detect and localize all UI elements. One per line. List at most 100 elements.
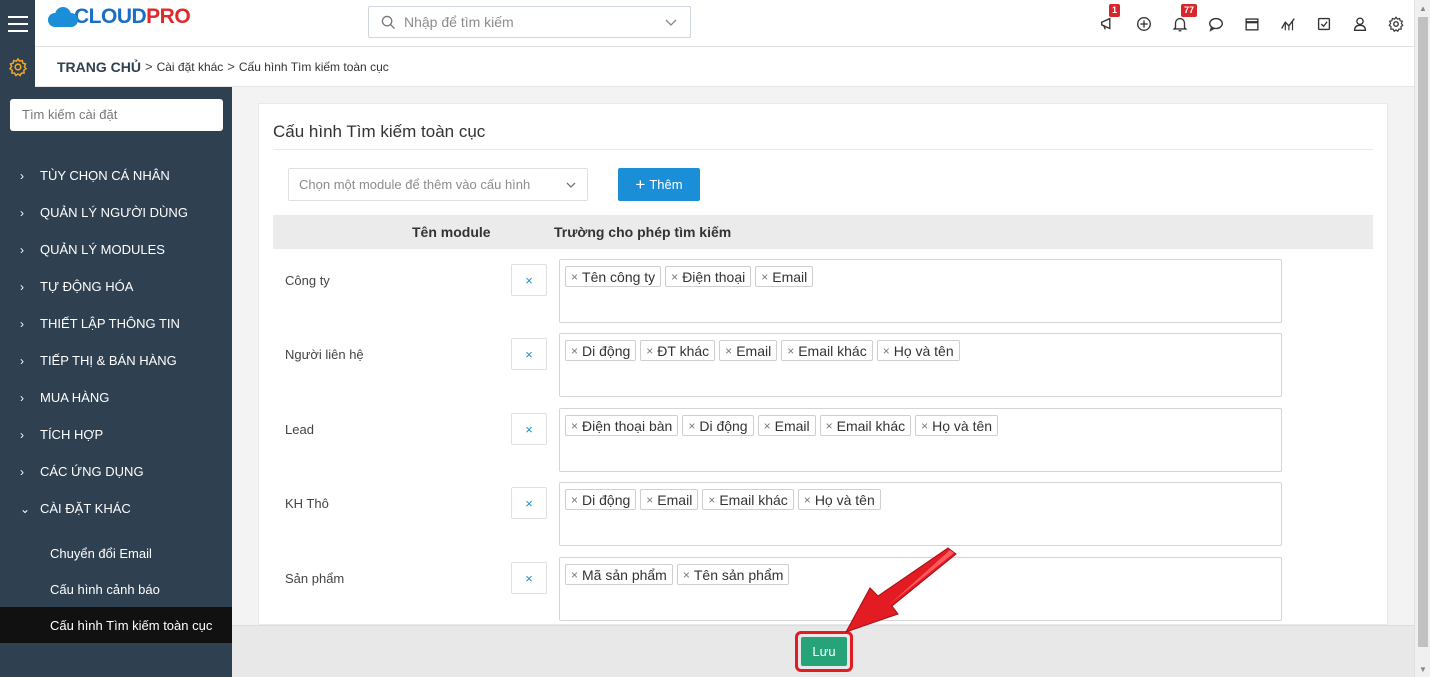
remove-tag-icon[interactable]: × (688, 419, 695, 433)
sidebar-item-label: TÍCH HỢP (40, 427, 104, 442)
chevron-right-icon: › (20, 242, 24, 257)
sidebar-item-info-setup[interactable]: › THIẾT LẬP THÔNG TIN (0, 305, 232, 342)
module-select-placeholder: Chọn một module để thêm vào cấu hình (299, 177, 531, 192)
module-select-dropdown[interactable]: Chọn một module để thêm vào cấu hình (288, 168, 588, 201)
remove-tag-icon[interactable]: × (571, 419, 578, 433)
field-tag: × Email (757, 415, 816, 436)
search-fields-multiselect[interactable]: × Mã sản phẩm × Tên sản phẩm (559, 557, 1282, 621)
chevron-down-icon[interactable] (664, 15, 678, 29)
search-fields-multiselect[interactable]: × Điện thoại bàn × Di động × Email × Email k… (559, 408, 1282, 472)
chevron-right-icon: › (20, 279, 24, 294)
global-search-input[interactable]: Nhập để tìm kiếm (368, 6, 691, 38)
table-row: Người liên hệ × × Di động × ĐT khác × Email… (273, 333, 1373, 407)
sidebar-subitem-alert-config[interactable]: Cấu hình cảnh báo (0, 571, 232, 607)
field-tag-label: Email khác (719, 491, 788, 508)
sidebar-item-integration[interactable]: › TÍCH HỢP (0, 416, 232, 453)
chevron-right-icon: › (20, 390, 24, 405)
menu-toggle-icon[interactable] (0, 0, 35, 47)
remove-module-button[interactable]: × (511, 264, 547, 296)
breadcrumb-separator: > (227, 59, 235, 74)
remove-tag-icon[interactable]: × (787, 344, 794, 358)
settings-gear-icon[interactable] (1378, 0, 1414, 47)
remove-tag-icon[interactable]: × (826, 419, 833, 433)
announcement-icon[interactable]: 1 (1090, 0, 1126, 47)
sidebar-item-purchasing[interactable]: › MUA HÀNG (0, 379, 232, 416)
report-chart-icon[interactable] (1270, 0, 1306, 47)
field-tag: × Email (719, 340, 778, 361)
sidebar-item-user-management[interactable]: › QUẢN LÝ NGƯỜI DÙNG (0, 194, 232, 231)
chevron-right-icon: › (20, 464, 24, 479)
config-card: Cấu hình Tìm kiếm toàn cục Chọn một modu… (258, 103, 1388, 625)
save-button[interactable]: Lưu (801, 637, 847, 666)
chevron-right-icon: › (20, 205, 24, 220)
bell-badge: 77 (1181, 4, 1198, 17)
page-scrollbar[interactable]: ▲ ▼ (1414, 0, 1430, 677)
remove-tag-icon[interactable]: × (883, 344, 890, 358)
sidebar-item-label: MUA HÀNG (40, 390, 110, 405)
remove-module-button[interactable]: × (511, 562, 547, 594)
settings-search-input[interactable]: Tìm kiếm cài đặt (10, 99, 223, 131)
field-tag-label: ĐT khác (657, 342, 710, 359)
search-fields-multiselect[interactable]: × Tên công ty × Điện thoại × Email (559, 259, 1282, 323)
remove-tag-icon[interactable]: × (683, 568, 690, 582)
remove-tag-icon[interactable]: × (708, 493, 715, 507)
remove-tag-icon[interactable]: × (804, 493, 811, 507)
sidebar-subitem-global-search-config[interactable]: Cấu hình Tìm kiếm toàn cục (0, 607, 232, 643)
field-tag-label: Email (736, 342, 772, 359)
bell-icon[interactable]: 77 (1162, 0, 1198, 47)
remove-tag-icon[interactable]: × (725, 344, 732, 358)
user-icon[interactable] (1342, 0, 1378, 47)
remove-module-button[interactable]: × (511, 487, 547, 519)
remove-tag-icon[interactable]: × (646, 344, 653, 358)
sidebar-item-apps[interactable]: › CÁC ỨNG DỤNG (0, 453, 232, 490)
remove-module-button[interactable]: × (511, 413, 547, 445)
scroll-down-arrow-icon[interactable]: ▼ (1415, 661, 1430, 677)
field-tag-label: Email (772, 268, 808, 285)
remove-tag-icon[interactable]: × (571, 344, 578, 358)
remove-tag-icon[interactable]: × (764, 419, 771, 433)
remove-tag-icon[interactable]: × (646, 493, 653, 507)
module-name: Lead (285, 422, 314, 437)
task-checkbox-icon[interactable] (1306, 0, 1342, 47)
field-tag: × Họ và tên (915, 415, 999, 436)
chevron-right-icon: › (20, 427, 24, 442)
module-name: Sản phẩm (285, 571, 345, 586)
sidebar-item-marketing-sales[interactable]: › TIẾP THỊ & BÁN HÀNG (0, 342, 232, 379)
sidebar-item-personal-options[interactable]: › TÙY CHỌN CÁ NHÂN (0, 157, 232, 194)
sidebar-item-label: THIẾT LẬP THÔNG TIN (40, 316, 180, 331)
field-tag-label: Điện thoại (682, 268, 746, 285)
remove-tag-icon[interactable]: × (571, 270, 578, 284)
sidebar-item-other-settings[interactable]: ⌄ CÀI ĐẶT KHÁC (0, 490, 232, 527)
field-tag-label: Di động (582, 491, 631, 508)
sidebar-item-module-management[interactable]: › QUẢN LÝ MODULES (0, 231, 232, 268)
breadcrumb-other-settings[interactable]: Cài đặt khác (157, 60, 224, 74)
page-title: Cấu hình Tìm kiếm toàn cục (273, 122, 486, 141)
sidebar-item-label: TÙY CHỌN CÁ NHÂN (40, 168, 170, 183)
remove-tag-icon[interactable]: × (921, 419, 928, 433)
breadcrumb-home[interactable]: TRANG CHỦ (57, 59, 141, 75)
announcement-badge: 1 (1109, 4, 1121, 17)
field-tag: × Tên công ty (565, 266, 662, 287)
calendar-icon[interactable] (1234, 0, 1270, 47)
field-tag: × Email (755, 266, 814, 287)
remove-tag-icon[interactable]: × (571, 493, 578, 507)
remove-tag-icon[interactable]: × (571, 568, 578, 582)
add-button-label: Thêm (649, 177, 683, 192)
search-fields-multiselect[interactable]: × Di động × Email × Email khác × Họ và tên (559, 482, 1282, 546)
field-tag-label: Tên sản phẩm (693, 566, 784, 583)
field-tag-label: Điện thoại bàn (582, 417, 673, 434)
chat-bubble-icon[interactable] (1198, 0, 1234, 47)
add-module-button[interactable]: + Thêm (618, 168, 700, 201)
scroll-up-arrow-icon[interactable]: ▲ (1415, 0, 1430, 16)
remove-tag-icon[interactable]: × (761, 270, 768, 284)
field-tag-label: Email (657, 491, 693, 508)
sidebar-item-automation[interactable]: › TỰ ĐỘNG HÓA (0, 268, 232, 305)
search-fields-multiselect[interactable]: × Di động × ĐT khác × Email × Email khác × Họ… (559, 333, 1282, 397)
scrollbar-thumb[interactable] (1418, 17, 1428, 647)
remove-tag-icon[interactable]: × (671, 270, 678, 284)
sidebar-subitem-email-conversion[interactable]: Chuyển đổi Email (0, 535, 232, 571)
logo[interactable]: CLOUDPRO (46, 5, 191, 29)
remove-module-button[interactable]: × (511, 338, 547, 370)
add-circle-icon[interactable] (1126, 0, 1162, 47)
top-bar: CLOUDPRO Nhập để tìm kiếm 1 77 (0, 0, 1414, 47)
